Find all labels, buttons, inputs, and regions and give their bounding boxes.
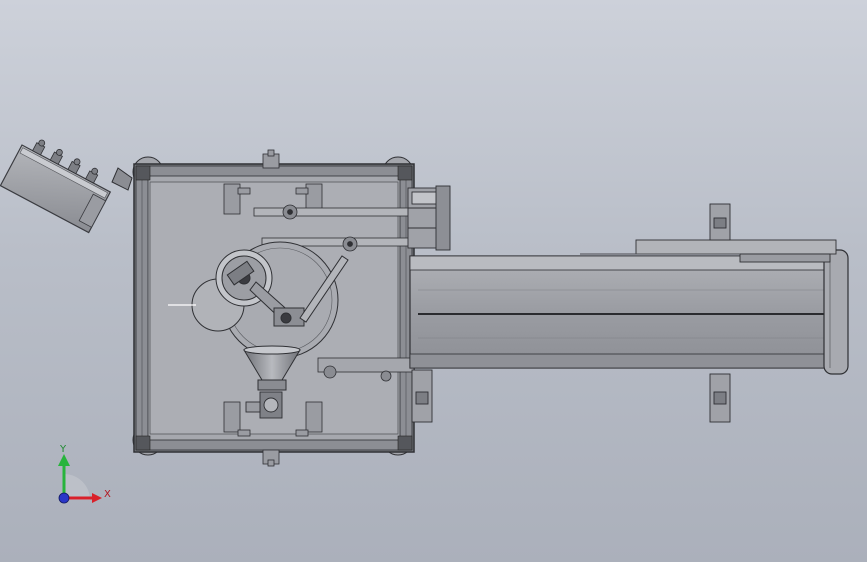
axis-triad: Y X (58, 444, 111, 504)
assembly-drawing: Y X (0, 139, 849, 504)
z-axis-dot (58, 492, 70, 504)
y-axis-label: Y (59, 444, 67, 455)
x-axis-label: X (104, 489, 111, 500)
belt-conveyor (409, 249, 849, 375)
box-bracket (111, 167, 133, 191)
cad-viewport[interactable]: Y X (0, 0, 867, 562)
control-box (0, 139, 112, 234)
drive-gearbox (407, 185, 451, 251)
